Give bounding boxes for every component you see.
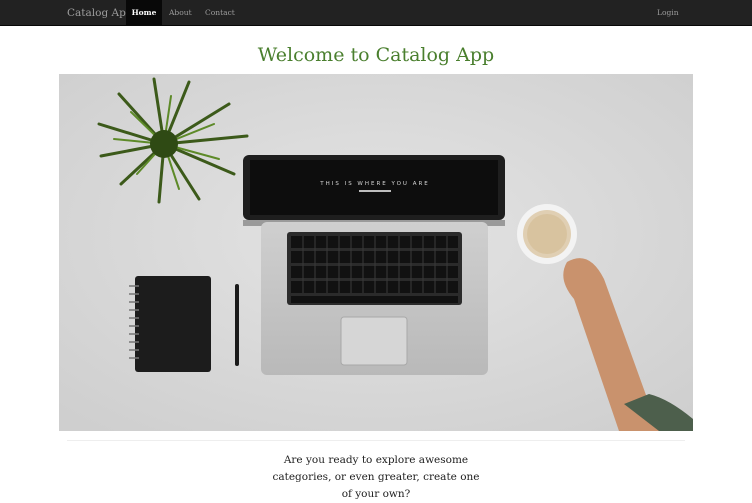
divider [67,440,685,441]
hero-image: THIS IS WHERE YOU ARE [59,74,693,431]
laptop-screen-text: THIS IS WHERE YOU ARE [319,181,430,187]
brand-link[interactable]: Catalog App [67,0,133,26]
page-title: Welcome to Catalog App [257,44,495,66]
nav-contact-link[interactable]: Contact [205,0,235,26]
laptop-graphic: THIS IS WHERE YOU ARE [243,155,505,375]
top-navbar: Catalog App Home About Contact Login [0,0,752,26]
login-link[interactable]: Login [657,0,679,26]
nav-home-link[interactable]: Home [126,0,162,26]
notebook-graphic [129,276,211,372]
nav-about-link[interactable]: About [169,0,192,26]
pen-graphic [235,284,239,366]
intro-text: Are you ready to explore awesome categor… [272,454,480,500]
